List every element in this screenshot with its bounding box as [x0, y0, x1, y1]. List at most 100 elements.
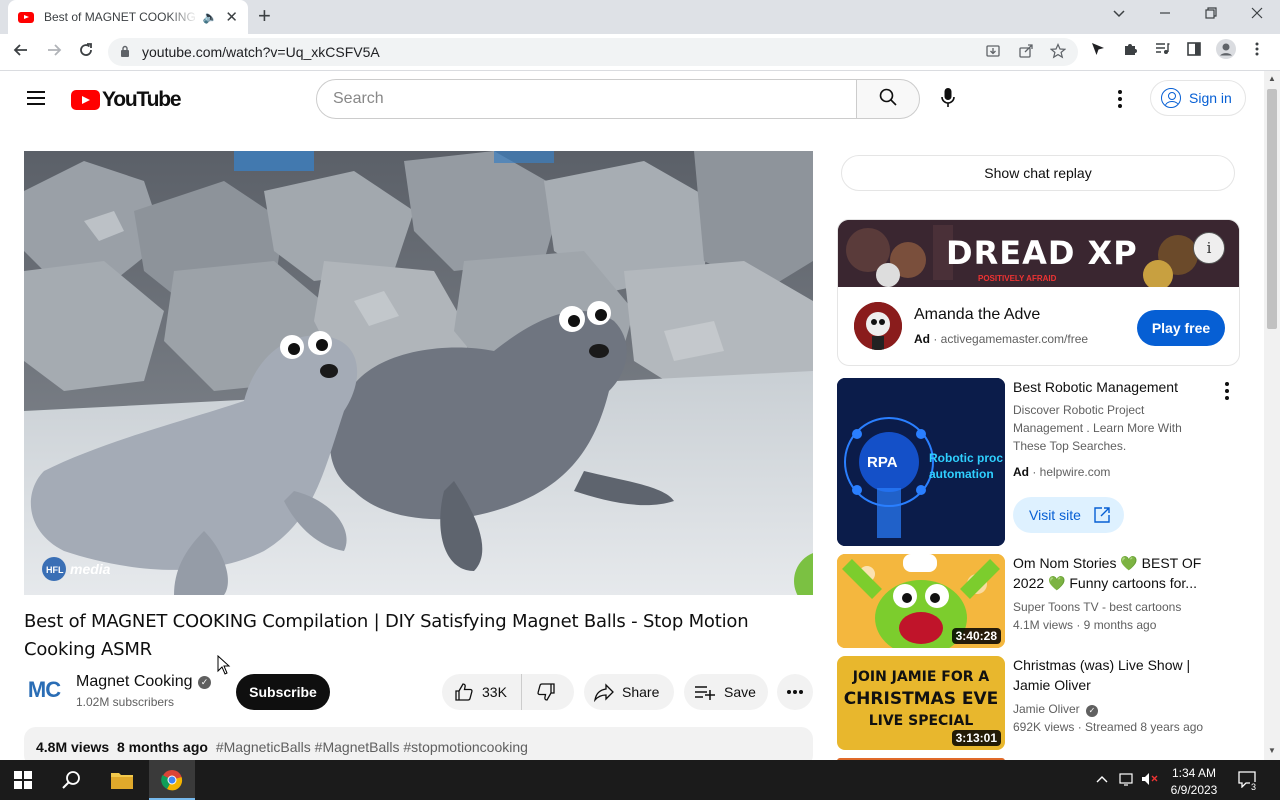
user-circle-icon: [1161, 88, 1181, 108]
bookmark-star-icon[interactable]: [1049, 43, 1067, 63]
lock-icon[interactable]: [120, 45, 130, 60]
search-input[interactable]: Search: [316, 79, 857, 119]
visit-site-button[interactable]: Visit site: [1013, 497, 1124, 533]
rec-meta: 692K views · Streamed 8 years ago: [1013, 720, 1204, 734]
reload-icon[interactable]: [77, 41, 95, 64]
chrome-menu-icon[interactable]: [1254, 41, 1260, 61]
save-button[interactable]: Save: [684, 674, 768, 710]
verified-badge-icon: ✓: [198, 676, 211, 689]
tab-audio-icon[interactable]: 🔈: [202, 10, 217, 24]
new-tab-button[interactable]: +: [258, 5, 271, 27]
upload-age: 8 months ago: [116, 739, 208, 755]
microphone-icon: [941, 87, 955, 113]
scrollbar-thumb[interactable]: [1267, 89, 1277, 329]
media-control-icon[interactable]: [1154, 41, 1170, 61]
rec-ad-domain: helpwire.com: [1039, 465, 1111, 479]
browser-tab-strip: Best of MAGNET COOKING C 🔈 ✕ +: [0, 0, 1280, 34]
install-app-icon[interactable]: [985, 43, 1001, 63]
rec-title[interactable]: Best Robotic Management: [1013, 377, 1213, 397]
rec-channel[interactable]: Super Toons TV - best cartoons: [1013, 598, 1181, 616]
network-icon[interactable]: [1118, 772, 1136, 789]
windows-start-icon[interactable]: [14, 771, 32, 794]
clock-time: 1:34 AM: [1171, 766, 1217, 780]
search-button[interactable]: [856, 79, 920, 119]
notification-count: 3: [1250, 782, 1258, 792]
video-player[interactable]: HFL media: [24, 151, 813, 595]
settings-kebab-icon[interactable]: [1110, 86, 1130, 112]
ad-banner-subtitle: POSITIVELY AFRAID: [978, 274, 1057, 283]
youtube-favicon-icon: [18, 11, 34, 23]
player-watermark: media: [70, 561, 111, 577]
show-chat-replay-button[interactable]: Show chat replay: [841, 155, 1235, 191]
windows-taskbar: [0, 760, 1280, 800]
hashtags[interactable]: #MagneticBalls #MagnetBalls #stopmotionc…: [216, 739, 528, 755]
address-bar[interactable]: youtube.com/watch?v=Uq_xkCSFV5A: [108, 38, 1078, 66]
browser-tab-active[interactable]: Best of MAGNET COOKING C 🔈 ✕: [8, 0, 248, 34]
thumbs-down-icon: [536, 682, 556, 702]
channel-avatar[interactable]: MC: [24, 674, 64, 706]
extensions-puzzle-icon[interactable]: [1122, 41, 1138, 61]
back-arrow-icon[interactable]: [12, 41, 30, 64]
close-window-icon[interactable]: [1250, 6, 1264, 25]
youtube-logo[interactable]: YouTube: [71, 88, 182, 112]
guide-menu-icon[interactable]: [27, 91, 45, 105]
rec-more-kebab-icon[interactable]: [1224, 382, 1230, 400]
page-scrollbar[interactable]: ▲ ▼: [1264, 71, 1280, 760]
subscribe-button[interactable]: Subscribe: [236, 674, 330, 710]
rec-ad-description: Discover Robotic Project Management . Le…: [1013, 403, 1182, 453]
url-text[interactable]: youtube.com/watch?v=Uq_xkCSFV5A: [142, 44, 380, 60]
extension-cursor-icon[interactable]: [1090, 41, 1106, 61]
taskbar-clock[interactable]: 1:34 AM 6/9/2023: [1164, 765, 1224, 799]
file-explorer-icon[interactable]: [110, 770, 134, 795]
channel-name[interactable]: Magnet Cooking: [76, 673, 193, 691]
forward-arrow-icon[interactable]: [45, 41, 63, 64]
search-icon: [878, 87, 898, 112]
ad-info-icon[interactable]: i: [1193, 232, 1225, 264]
browser-toolbar: youtube.com/watch?v=Uq_xkCSFV5A: [0, 34, 1280, 71]
external-link-icon: [1093, 506, 1111, 524]
dislike-button[interactable]: [522, 674, 570, 710]
rec-thumbnail-om-nom[interactable]: 3:40:28: [837, 554, 1005, 648]
advertiser-avatar[interactable]: [854, 302, 902, 350]
rec-title[interactable]: Om Nom Stories 💚 BEST OF 2022 💚 Funny ca…: [1013, 553, 1213, 593]
ad-card[interactable]: DREAD XP POSITIVELY AFRAID i Amanda the …: [837, 219, 1240, 366]
rec-thumbnail-jamie[interactable]: JOIN JAMIE FOR A CHRISTMAS EVE LIVE SPEC…: [837, 656, 1005, 750]
rec-title[interactable]: Christmas (was) Live Show | Jamie Oliver: [1013, 655, 1213, 695]
mouse-cursor-icon: [217, 654, 231, 680]
rec-channel-name: Jamie Oliver: [1013, 702, 1080, 716]
side-panel-icon[interactable]: [1186, 41, 1202, 61]
verified-badge-icon: ✓: [1086, 705, 1099, 717]
share-page-icon[interactable]: [1018, 43, 1034, 63]
volume-muted-icon[interactable]: [1141, 772, 1159, 789]
scroll-down-arrow-icon[interactable]: ▼: [1268, 746, 1276, 755]
tab-close-icon[interactable]: ✕: [225, 8, 238, 26]
thumbs-up-icon: [454, 682, 474, 702]
play-free-button[interactable]: Play free: [1137, 310, 1225, 346]
jamie-thumb-line-3: LIVE SPECIAL: [868, 713, 974, 729]
ad-label: Ad: [914, 332, 930, 346]
minimize-window-icon[interactable]: [1158, 6, 1172, 25]
taskbar-chrome-item[interactable]: [149, 760, 195, 800]
like-dislike-group: 33K: [442, 674, 574, 710]
advertiser-name[interactable]: Amanda the Adve: [914, 306, 1040, 324]
sign-in-label: Sign in: [1189, 90, 1232, 106]
profile-avatar-icon[interactable]: [1216, 39, 1236, 63]
add-to-playlist-icon: [694, 682, 716, 702]
sign-in-button[interactable]: Sign in: [1150, 80, 1246, 116]
show-hidden-icons-chevron-icon[interactable]: [1096, 772, 1108, 787]
youtube-masthead: YouTube Search Sign in: [0, 71, 1264, 127]
like-button[interactable]: 33K: [442, 674, 522, 710]
restore-window-icon[interactable]: [1204, 6, 1218, 25]
youtube-logo-text: YouTube: [102, 88, 182, 111]
rec-thumbnail-rpa[interactable]: RPA Robotic proc automation: [837, 378, 1005, 546]
scroll-up-arrow-icon[interactable]: ▲: [1268, 74, 1276, 83]
taskbar-search-icon[interactable]: [62, 770, 82, 795]
share-arrow-icon: [594, 682, 614, 702]
ad-banner[interactable]: DREAD XP POSITIVELY AFRAID i: [838, 220, 1239, 287]
share-button[interactable]: Share: [584, 674, 674, 710]
voice-search-button[interactable]: [930, 86, 966, 114]
channel-avatar-text: MC: [27, 677, 61, 702]
rec-channel[interactable]: Jamie Oliver ✓: [1013, 700, 1099, 718]
more-actions-button[interactable]: [777, 674, 813, 710]
tab-search-chevron-icon[interactable]: [1112, 6, 1126, 25]
